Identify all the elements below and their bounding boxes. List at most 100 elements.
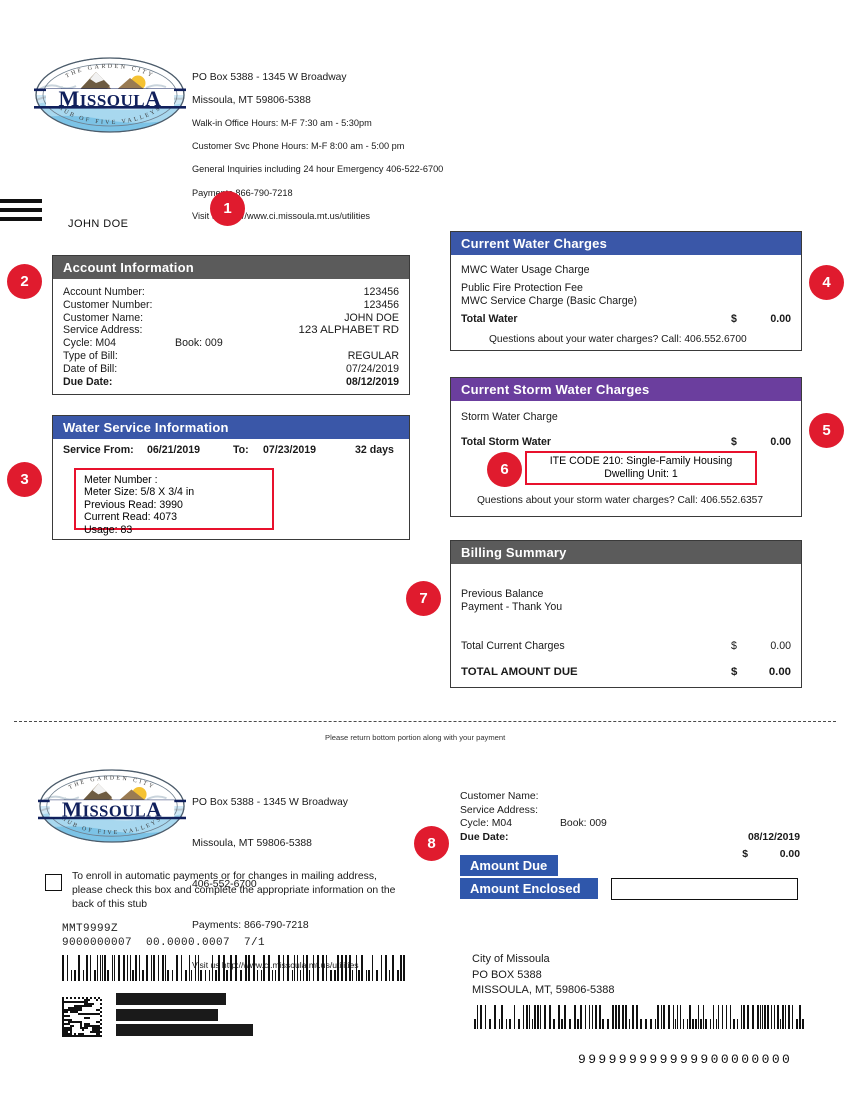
remit-city-state-zip: MISSOULA, MT, 59806-5388 (472, 984, 615, 996)
remit-address: City of Missoula PO BOX 5388 MISSOULA, M… (472, 952, 614, 999)
total-storm-water-currency: $ (731, 435, 737, 448)
total-storm-water-amount: 0.00 (770, 435, 791, 448)
mailing-name: JOHN DOE (68, 218, 129, 230)
stub-account-block: Customer Name: Service Address: Cycle: M… (460, 790, 800, 862)
water-service-information-panel: Water Service Information Service From: … (52, 415, 410, 540)
redacted-line-3 (116, 1024, 253, 1036)
total-water-amount: 0.00 (770, 313, 791, 326)
water-charges-question: Questions about your water charges? Call… (489, 334, 747, 346)
customer-number-value: 123456 (363, 298, 399, 311)
customer-number-label: Customer Number: (63, 298, 153, 311)
cycle-value: Cycle: M04 (63, 337, 116, 350)
date-of-bill-row: Date of Bill: 07/24/2019 (63, 363, 399, 376)
cycle-book-row: Cycle: M04 Book: 009 (63, 337, 399, 350)
customer-name-row: Customer Name: JOHN DOE (63, 312, 399, 325)
meter-number: Meter Number : (84, 474, 158, 486)
postal-bars (0, 199, 42, 226)
ocr-scanline: 999999999999900000000 (578, 1052, 793, 1067)
service-period-row: Service From: 06/21/2019 To: 07/23/2019 … (63, 444, 399, 457)
water-charge-line-1: Public Fire Protection Fee (461, 281, 583, 294)
total-water-currency: $ (731, 313, 737, 326)
due-date-value: 08/12/2019 (345, 375, 399, 388)
stub-address-line1: PO Box 5388 - 1345 W Broadway (192, 797, 348, 809)
current-water-charges-title: Current Water Charges (451, 232, 801, 255)
stub-due-date-label: Due Date: (460, 831, 509, 843)
storm-water-charge-line: Storm Water Charge (461, 411, 558, 423)
billing-summary-title: Billing Summary (451, 541, 801, 564)
service-address-row: Service Address: 123 ALPHABET RD (63, 324, 399, 337)
customer-name-value: JOHN DOE (344, 311, 399, 324)
service-days-value: 32 days (355, 444, 394, 456)
total-current-charges-label: Total Current Charges (461, 639, 565, 652)
ite-code-line2: Dwelling Unit: 1 (604, 468, 678, 480)
service-to-label: To: (233, 444, 249, 456)
stub-amount-due-value: 0.00 (779, 849, 800, 861)
ite-code-line1: ITE CODE 210: Single-Family Housing (549, 455, 733, 467)
walkin-hours: Walk-in Office Hours: M-F 7:30 am - 5:30… (192, 117, 372, 128)
usage: Usage: 83 (84, 523, 133, 536)
perforation-note: Please return bottom portion along with … (325, 733, 506, 742)
amount-enclosed-input[interactable] (611, 878, 798, 900)
issuer-address-line2: Missoula, MT 59806-5388 (192, 94, 311, 106)
stub-address-line2: Missoula, MT 59806-5388 (192, 837, 312, 849)
annotation-marker-7: 7 (406, 581, 441, 616)
total-water-row: Total Water $ 0.00 (461, 313, 791, 326)
service-to-value: 07/23/2019 (263, 444, 317, 456)
current-water-charges-panel: Current Water Charges MWC Water Usage Ch… (450, 231, 802, 351)
svg-text:MISSOULA: MISSOULA (62, 798, 162, 822)
water-service-information-title: Water Service Information (53, 416, 409, 439)
total-amount-due-row: TOTAL AMOUNT DUE $ 0.00 (461, 666, 791, 679)
account-information-panel: Account Information Account Number: 1234… (52, 255, 410, 395)
current-storm-water-charges-title: Current Storm Water Charges (451, 378, 801, 401)
book-value: Book: 009 (175, 337, 223, 350)
payment-barcode (62, 955, 407, 981)
amount-enclosed-band: Amount Enclosed (460, 878, 598, 899)
water-charge-line-0: MWC Water Usage Charge (461, 264, 590, 276)
billing-summary-panel: Billing Summary Previous Balance Payment… (450, 540, 802, 688)
autopay-instructions: To enroll in automatic payments or for c… (72, 871, 396, 910)
annotation-marker-1: 1 (210, 191, 245, 226)
due-date-row: Due Date: 08/12/2019 (63, 376, 399, 389)
stub-due-date-value: 08/12/2019 (747, 831, 800, 843)
service-from-label: Service From: (63, 444, 134, 456)
service-address-value: 123 ALPHABET RD (298, 324, 399, 337)
annotation-marker-6: 6 (487, 452, 522, 487)
account-number-value: 123456 (363, 286, 399, 298)
total-storm-water-label: Total Storm Water (461, 435, 552, 448)
water-charge-line-2: MWC Service Charge (Basic Charge) (461, 294, 638, 307)
annotation-marker-8: 8 (414, 826, 449, 861)
stub-book: Book: 009 (560, 818, 607, 830)
total-current-charges-amount: 0.00 (770, 639, 791, 652)
meter-size: Meter Size: 5/8 X 3/4 in (84, 486, 195, 499)
perforation-line (14, 721, 836, 722)
stub-account-line: 9000000007 00.0000.0007 7/1 (62, 937, 266, 949)
type-of-bill-value: REGULAR (347, 349, 399, 362)
total-amount-due-amount: 0.00 (768, 666, 791, 679)
autopay-checkbox[interactable] (45, 874, 62, 891)
amount-due-band: Amount Due (460, 855, 558, 876)
customer-number-row: Customer Number: 123456 (63, 299, 399, 312)
annotation-marker-2: 2 (7, 264, 42, 299)
account-number-label: Account Number: (63, 286, 145, 298)
account-number-row: Account Number: 123456 (63, 286, 399, 299)
stub-service-address-label: Service Address: (460, 804, 538, 816)
stub-payments: Payments: 866-790-7218 (192, 919, 309, 931)
issuer-address-line1: PO Box 5388 - 1345 W Broadway (192, 71, 347, 83)
total-water-label: Total Water (461, 313, 518, 326)
type-of-bill-row: Type of Bill: REGULAR (63, 350, 399, 363)
stub-amount-due-currency: $ (742, 849, 748, 861)
total-amount-due-label: TOTAL AMOUNT DUE (461, 666, 578, 679)
redacted-line-1 (116, 993, 226, 1005)
account-information-title: Account Information (53, 256, 409, 279)
stub-cycle: Cycle: M04 (460, 818, 512, 830)
datamatrix-barcode (62, 997, 102, 1037)
city-logo-stub: THE GARDEN CITY HUB OF FIVE VALLEYS MISS… (38, 768, 186, 844)
annotation-marker-4: 4 (809, 265, 844, 300)
remit-barcode (474, 1005, 807, 1029)
stub-account-code: MMT9999Z (62, 923, 119, 935)
city-logo: THE GARDEN CITY HUB OF FIVE VALLEYS MISS… (34, 56, 186, 134)
remit-po-box: PO BOX 5388 (472, 968, 542, 981)
date-of-bill-value: 07/24/2019 (345, 362, 399, 375)
payment-thank-you-label: Payment - Thank You (461, 600, 563, 613)
ite-code-highlight: ITE CODE 210: Single-Family Housing Dwel… (525, 451, 757, 485)
